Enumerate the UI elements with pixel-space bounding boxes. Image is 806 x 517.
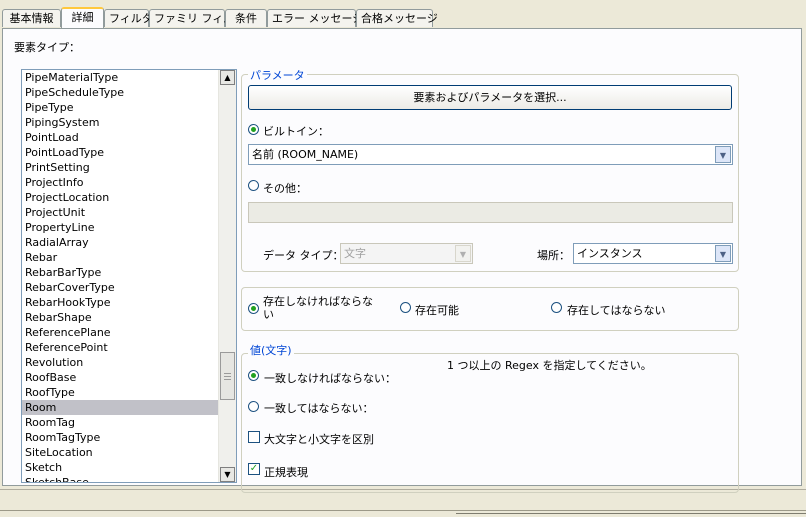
list-item[interactable]: RebarCoverType bbox=[22, 280, 218, 295]
may-exist-label: 存在可能 bbox=[415, 304, 459, 317]
must-exist-label: 存在しなければならない bbox=[263, 295, 373, 321]
may-exist-radio[interactable] bbox=[400, 302, 411, 313]
list-item[interactable]: ProjectInfo bbox=[22, 175, 218, 190]
list-item[interactable]: RoomTagType bbox=[22, 430, 218, 445]
list-item[interactable]: RebarHookType bbox=[22, 295, 218, 310]
value-group-title: 値(文字) bbox=[248, 342, 294, 358]
chevron-down-icon[interactable]: ▼ bbox=[455, 245, 471, 262]
list-item[interactable]: PipingSystem bbox=[22, 115, 218, 130]
regex-label: 正規表現 bbox=[264, 466, 308, 479]
element-type-items: PipeMaterialType PipeScheduleType PipeType… bbox=[22, 70, 218, 482]
scroll-thumb[interactable] bbox=[220, 352, 235, 400]
must-exist-radio[interactable] bbox=[248, 303, 259, 314]
list-item[interactable]: PropertyLine bbox=[22, 220, 218, 235]
chevron-down-icon[interactable]: ▼ bbox=[715, 146, 731, 163]
builtin-label: ビルトイン： bbox=[263, 125, 329, 138]
regex-checkbox[interactable]: ✓ bbox=[248, 463, 260, 475]
list-item[interactable]: ReferencePoint bbox=[22, 340, 218, 355]
datatype-value: 文字 bbox=[344, 247, 366, 260]
must-not-match-radio[interactable] bbox=[248, 401, 259, 412]
scroll-up-icon[interactable]: ▲ bbox=[220, 70, 235, 85]
list-item[interactable]: Revolution bbox=[22, 355, 218, 370]
list-item[interactable]: ProjectUnit bbox=[22, 205, 218, 220]
location-combo[interactable]: インスタンス ▼ bbox=[573, 243, 733, 264]
list-item[interactable]: PipeScheduleType bbox=[22, 85, 218, 100]
tab-family-filter[interactable]: ファミリ フィルタ bbox=[149, 9, 245, 27]
list-item[interactable]: RoomTag bbox=[22, 415, 218, 430]
case-sensitive-label: 大文字と小文字を区別 bbox=[264, 433, 374, 446]
location-value: インスタンス bbox=[577, 247, 643, 260]
element-type-scrollbar[interactable]: ▲ ▼ bbox=[218, 70, 236, 482]
list-item[interactable]: Sketch bbox=[22, 460, 218, 475]
list-item[interactable]: RebarShape bbox=[22, 310, 218, 325]
builtin-parameter-value: 名前 (ROOM_NAME) bbox=[252, 148, 359, 161]
scroll-down-icon[interactable]: ▼ bbox=[220, 467, 235, 482]
list-item[interactable]: PipeType bbox=[22, 100, 218, 115]
details-panel: 要素タイプ： PipeMaterialType PipeScheduleType P… bbox=[2, 28, 802, 493]
list-item[interactable]: PipeMaterialType bbox=[22, 70, 218, 85]
list-item[interactable]: Rebar bbox=[22, 250, 218, 265]
list-item[interactable]: RadialArray bbox=[22, 235, 218, 250]
element-type-label: 要素タイプ： bbox=[14, 41, 80, 54]
chevron-down-icon[interactable]: ▼ bbox=[715, 245, 731, 262]
tab-error-message[interactable]: エラー メッセージ bbox=[267, 9, 363, 27]
select-element-parameter-button[interactable]: 要素およびパラメータを選択... bbox=[248, 85, 732, 110]
must-not-match-label: 一致してはならない： bbox=[264, 402, 374, 415]
tab-pass-message[interactable]: 合格メッセージ bbox=[356, 9, 438, 27]
builtin-parameter-combo[interactable]: 名前 (ROOM_NAME) ▼ bbox=[248, 144, 733, 165]
list-item[interactable]: SketchBase bbox=[22, 475, 218, 482]
tab-details[interactable]: 詳細 bbox=[61, 7, 104, 28]
other-radio[interactable] bbox=[248, 180, 259, 191]
other-label: その他： bbox=[263, 182, 307, 195]
tab-strip: 基本情報 詳細 フィルタ ファミリ フィルタ 条件 エラー メッセージ 合格メッ… bbox=[0, 7, 806, 28]
location-label: 場所： bbox=[537, 249, 570, 262]
list-item[interactable]: ProjectLocation bbox=[22, 190, 218, 205]
regex-hint-text: 1 つ以上の Regex を指定してください。 bbox=[447, 359, 652, 372]
tab-conditions[interactable]: 条件 bbox=[225, 9, 267, 27]
must-match-label: 一致しなければならない： bbox=[264, 372, 396, 385]
list-item[interactable]: PointLoad bbox=[22, 130, 218, 145]
tab-filter[interactable]: フィルタ bbox=[104, 9, 153, 27]
must-not-exist-radio[interactable] bbox=[551, 302, 562, 313]
case-sensitive-checkbox[interactable] bbox=[248, 431, 260, 443]
list-item[interactable]: Room bbox=[22, 400, 218, 415]
parameter-group-title: パラメータ bbox=[248, 67, 307, 83]
tab-basic-info[interactable]: 基本情報 bbox=[2, 9, 61, 27]
status-bar bbox=[0, 489, 806, 517]
must-match-radio[interactable] bbox=[248, 370, 259, 381]
list-item[interactable]: SiteLocation bbox=[22, 445, 218, 460]
list-item[interactable]: PrintSetting bbox=[22, 160, 218, 175]
list-item[interactable]: RoofBase bbox=[22, 370, 218, 385]
datatype-combo[interactable]: 文字 ▼ bbox=[340, 243, 473, 264]
must-not-exist-label: 存在してはならない bbox=[567, 304, 666, 317]
check-icon: ✓ bbox=[249, 463, 259, 474]
list-item[interactable]: ReferencePlane bbox=[22, 325, 218, 340]
other-parameter-field[interactable] bbox=[248, 202, 733, 223]
list-item[interactable]: RebarBarType bbox=[22, 265, 218, 280]
list-item[interactable]: RoofType bbox=[22, 385, 218, 400]
datatype-label: データ タイプ： bbox=[263, 249, 344, 262]
builtin-radio[interactable] bbox=[248, 124, 259, 135]
list-item[interactable]: PointLoadType bbox=[22, 145, 218, 160]
element-type-listbox[interactable]: PipeMaterialType PipeScheduleType PipeType… bbox=[21, 69, 237, 483]
